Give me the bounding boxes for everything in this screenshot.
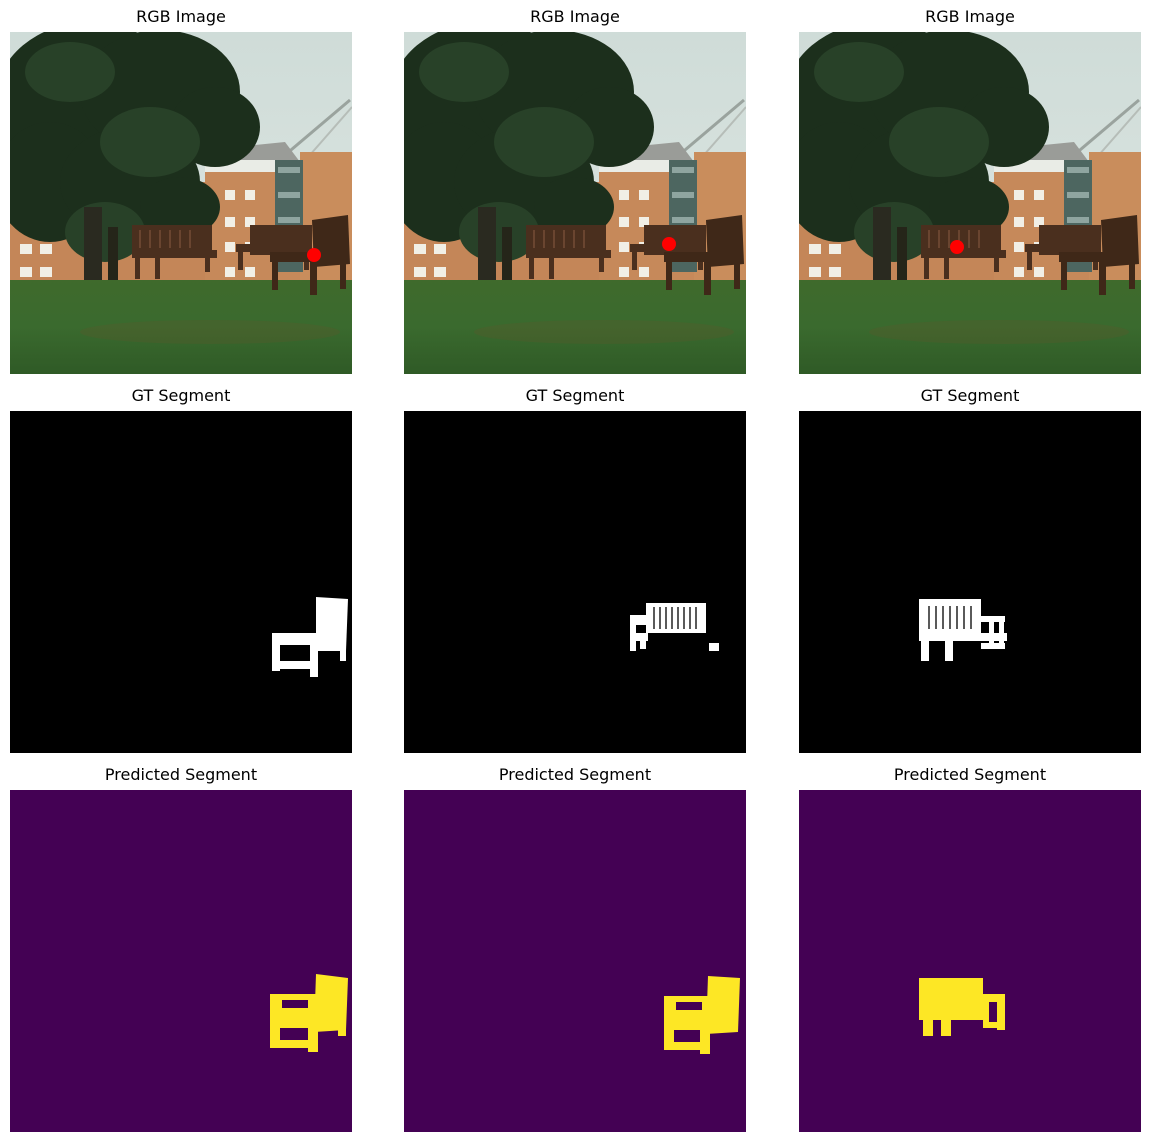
gt-panel-1: GT Segment [10, 379, 352, 753]
pred-mask-image [799, 790, 1141, 1132]
click-point-marker [662, 237, 676, 251]
rgb-image [799, 32, 1141, 374]
pred-panel-1: Predicted Segment [10, 758, 352, 1132]
rgb-image [10, 32, 352, 374]
rgb-panel-2: RGB Image [404, 0, 746, 374]
panel-title: Predicted Segment [104, 765, 258, 784]
gt-mask-image [799, 411, 1141, 753]
panel-title: GT Segment [525, 386, 625, 405]
pred-panel-2: Predicted Segment [404, 758, 746, 1132]
gt-panel-2: GT Segment [404, 379, 746, 753]
rgb-panel-3: RGB Image [799, 0, 1141, 374]
gt-panel-3: GT Segment [799, 379, 1141, 753]
gt-mask-image [10, 411, 352, 753]
rgb-panel-1: RGB Image [10, 0, 352, 374]
panel-title: Predicted Segment [498, 765, 652, 784]
panel-title: RGB Image [925, 7, 1015, 26]
pred-mask-image [404, 790, 746, 1132]
panel-title: GT Segment [131, 386, 231, 405]
click-point-marker [307, 248, 321, 262]
panel-title: GT Segment [920, 386, 1020, 405]
panel-title: RGB Image [136, 7, 226, 26]
pred-mask-image [10, 790, 352, 1132]
rgb-image [404, 32, 746, 374]
gt-mask-image [404, 411, 746, 753]
pred-panel-3: Predicted Segment [799, 758, 1141, 1132]
panel-title: Predicted Segment [893, 765, 1047, 784]
click-point-marker [950, 240, 964, 254]
panel-title: RGB Image [530, 7, 620, 26]
